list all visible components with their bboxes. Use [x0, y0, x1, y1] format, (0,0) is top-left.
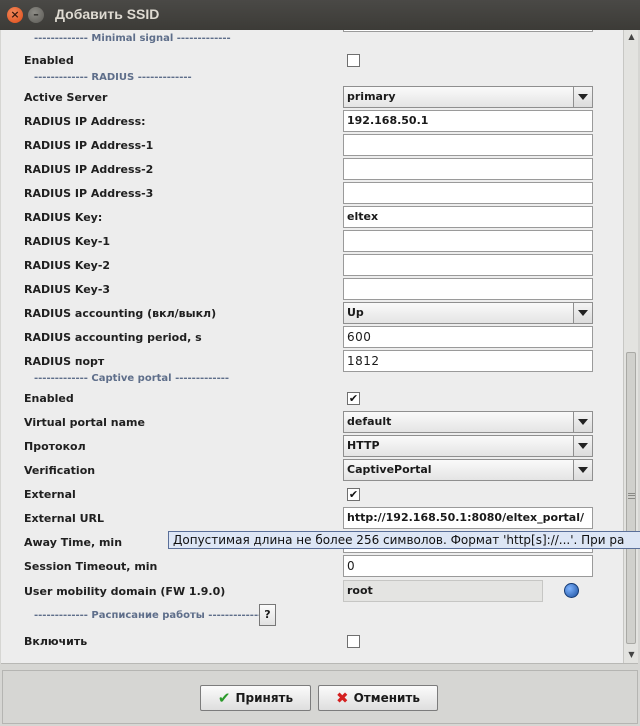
radius-accounting-period-input[interactable]: 600 — [343, 326, 593, 348]
clipped-field — [343, 30, 593, 32]
chevron-down-icon[interactable] — [573, 412, 592, 432]
verification-label: Verification — [24, 464, 96, 477]
radius-key-label: RADIUS Key: — [24, 211, 103, 224]
schedule-enable-checkbox[interactable] — [347, 635, 360, 648]
minimal-signal-enabled-label: Enabled — [24, 54, 74, 67]
minimize-icon[interactable]: – — [28, 7, 44, 23]
session-timeout-label: Session Timeout, min — [24, 560, 158, 573]
radius-key-3-label: RADIUS Key-3 — [24, 283, 111, 296]
radius-key-2-label: RADIUS Key-2 — [24, 259, 111, 272]
radius-ip-1-label: RADIUS IP Address-1 — [24, 139, 154, 152]
active-server-select[interactable]: primary — [343, 86, 593, 108]
checkmark-icon: ✔ — [217, 689, 231, 707]
schedule-help-button[interactable]: ? — [259, 604, 276, 626]
chevron-down-icon[interactable] — [573, 436, 592, 456]
cancel-button-label: Отменить — [353, 691, 420, 705]
radius-ip-2-input[interactable] — [343, 158, 593, 180]
radius-ip-3-label: RADIUS IP Address-3 — [24, 187, 154, 200]
section-schedule: ------------- Расписание работы --------… — [34, 610, 271, 621]
radius-key-input[interactable]: eltex — [343, 206, 593, 228]
grip-icon — [628, 493, 635, 499]
radius-accounting-label: RADIUS accounting (вкл/выкл) — [24, 307, 217, 320]
scroll-up-icon[interactable]: ▲ — [625, 30, 638, 44]
away-time-label: Away Time, min — [24, 536, 123, 549]
scroll-down-icon[interactable]: ▼ — [625, 648, 638, 662]
active-server-value: primary — [347, 90, 396, 103]
radius-ip-3-input[interactable] — [343, 182, 593, 204]
radius-port-label: RADIUS порт — [24, 355, 105, 368]
virtual-portal-name-select[interactable]: default — [343, 411, 593, 433]
virtual-portal-name-label: Virtual portal name — [24, 416, 145, 429]
dialog-button-bar: ✔ Принять ✖ Отменить — [0, 670, 640, 726]
external-url-label: External URL — [24, 512, 105, 525]
window-titlebar: × – Добавить SSID — [0, 0, 640, 30]
chevron-down-icon[interactable] — [573, 87, 592, 107]
external-url-tooltip: Допустимая длина не более 256 символов. … — [168, 531, 640, 549]
virtual-portal-name-value: default — [347, 415, 392, 428]
radius-ip-label: RADIUS IP Address: — [24, 115, 146, 128]
accept-button-label: Принять — [235, 691, 294, 705]
external-checkbox[interactable]: ✔ — [347, 488, 360, 501]
globe-icon[interactable] — [564, 583, 579, 598]
section-captive-portal: ------------- Captive portal -----------… — [34, 373, 230, 384]
section-minimal-signal: ------------- Minimal signal -----------… — [34, 33, 231, 44]
radius-accounting-period-label: RADIUS accounting period, s — [24, 331, 202, 344]
vertical-scrollbar[interactable]: ▲ ▼ — [623, 30, 638, 663]
captive-enabled-label: Enabled — [24, 392, 74, 405]
schedule-enable-label: Включить — [24, 635, 88, 648]
verification-value: CaptivePortal — [347, 463, 432, 476]
radius-ip-1-input[interactable] — [343, 134, 593, 156]
active-server-label: Active Server — [24, 91, 108, 104]
radius-key-1-input[interactable] — [343, 230, 593, 252]
cross-icon: ✖ — [336, 689, 349, 707]
verification-select[interactable]: CaptivePortal — [343, 459, 593, 481]
radius-accounting-value: Up — [347, 306, 364, 319]
cancel-button[interactable]: ✖ Отменить — [318, 685, 438, 711]
window-title: Добавить SSID — [55, 6, 160, 22]
radius-port-input[interactable]: 1812 — [343, 350, 593, 372]
radius-ip-input[interactable]: 192.168.50.1 — [343, 110, 593, 132]
external-url-input[interactable]: http://192.168.50.1:8080/eltex_portal/ — [343, 507, 593, 529]
protocol-select[interactable]: HTTP — [343, 435, 593, 457]
user-mobility-domain-field: root — [343, 580, 543, 602]
minimal-signal-enabled-checkbox[interactable] — [347, 54, 360, 67]
section-radius: ------------- RADIUS ------------- — [34, 72, 192, 83]
accept-button[interactable]: ✔ Принять — [200, 685, 311, 711]
radius-accounting-select[interactable]: Up — [343, 302, 593, 324]
radius-key-1-label: RADIUS Key-1 — [24, 235, 111, 248]
radius-key-3-input[interactable] — [343, 278, 593, 300]
radius-key-2-input[interactable] — [343, 254, 593, 276]
scrollbar-thumb[interactable] — [626, 352, 636, 644]
radius-ip-2-label: RADIUS IP Address-2 — [24, 163, 154, 176]
external-label: External — [24, 488, 76, 501]
protocol-label: Протокол — [24, 440, 86, 453]
captive-enabled-checkbox[interactable]: ✔ — [347, 392, 360, 405]
form-scroll-area: ------------- Minimal signal -----------… — [1, 30, 638, 664]
user-mobility-domain-label: User mobility domain (FW 1.9.0) — [24, 585, 226, 598]
chevron-down-icon[interactable] — [573, 460, 592, 480]
close-icon[interactable]: × — [7, 7, 23, 23]
session-timeout-input[interactable]: 0 — [343, 555, 593, 577]
protocol-value: HTTP — [347, 439, 380, 452]
chevron-down-icon[interactable] — [573, 303, 592, 323]
